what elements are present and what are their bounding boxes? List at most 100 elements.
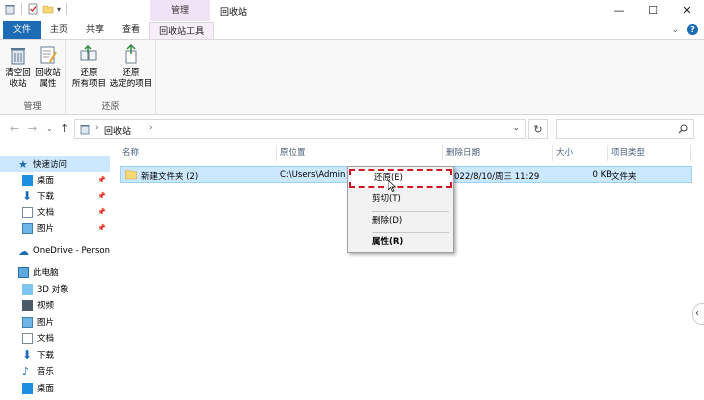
bin-props-label-line1: 回收站 — [35, 68, 61, 78]
pictures-icon — [22, 316, 33, 328]
nav-item-downloads[interactable]: ⬇ 下载 📌 — [0, 188, 110, 204]
desktop-icon — [22, 174, 33, 186]
recycle-bin-icon — [5, 5, 15, 15]
column-header-item-type[interactable]: 项目类型 — [611, 147, 645, 165]
address-row: ← → ⌄ ↑ › 回收站 › ⌄ ↻ — [0, 117, 704, 141]
column-header-size[interactable]: 大小 — [556, 147, 573, 165]
tab-home[interactable]: 主页 — [41, 21, 77, 39]
tab-share[interactable]: 共享 — [77, 21, 113, 39]
tab-view[interactable]: 查看 — [113, 21, 149, 39]
recycle-bin-properties-button[interactable]: 回收站 属性 — [33, 44, 63, 90]
tab-file[interactable]: 文件 — [3, 21, 42, 39]
nav-item-pictures[interactable]: 图片 📌 — [0, 220, 110, 236]
pin-icon[interactable]: 📌 — [97, 192, 106, 200]
nav-item-desktop[interactable]: 桌面 📌 — [0, 172, 110, 188]
tab-recycle-bin-tools[interactable]: 回收站工具 — [149, 22, 215, 40]
pin-icon[interactable]: 📌 — [97, 176, 106, 184]
column-divider[interactable] — [276, 145, 277, 161]
help-icon[interactable]: ? — [687, 24, 698, 35]
address-bar[interactable]: › 回收站 › ⌄ — [74, 119, 526, 139]
restore-selected-button[interactable]: 还原 选定的项目 — [108, 44, 154, 90]
menu-item-restore[interactable]: 还原(E) — [349, 169, 452, 188]
menu-item-delete[interactable]: 删除(D) — [349, 212, 452, 231]
new-folder-icon[interactable] — [42, 3, 54, 15]
nav-item-pc-documents[interactable]: 文档 — [0, 330, 110, 346]
nav-item-music[interactable]: ♪ 音乐 — [0, 363, 110, 379]
minimize-button[interactable]: — — [602, 0, 636, 21]
bin-props-label-line2: 属性 — [39, 79, 57, 89]
menu-item-cut[interactable]: 剪切(T) — [349, 190, 452, 209]
restore-all-label-line1: 还原 — [80, 68, 98, 78]
restore-all-button[interactable]: 还原 所有项目 — [69, 44, 109, 90]
pictures-icon — [22, 222, 33, 234]
nav-item-documents[interactable]: 文档 📌 — [0, 204, 110, 220]
ribbon-group-manage: 清空回 收站 回收站 属性 管理 — [0, 40, 66, 115]
properties-icon[interactable] — [27, 3, 39, 15]
empty-recycle-bin-button[interactable]: 清空回 收站 — [4, 44, 32, 90]
column-header-name[interactable]: 名称 — [122, 147, 139, 165]
breadcrumb-separator-end[interactable]: › — [149, 123, 153, 133]
context-tab-header: 管理 — [150, 0, 210, 21]
cube-icon — [22, 283, 33, 295]
chevron-left-icon[interactable]: ‹ — [692, 303, 704, 325]
maximize-button[interactable]: ☐ — [636, 0, 670, 21]
restore-selected-icon — [125, 44, 137, 64]
back-arrow-icon[interactable]: ← — [10, 122, 19, 135]
nav-item-3d-objects[interactable]: 3D 对象 — [0, 281, 110, 297]
refresh-button[interactable]: ↻ — [528, 119, 548, 139]
music-note-icon: ♪ — [22, 364, 30, 378]
quick-access-toolbar: ▾ — [4, 3, 69, 15]
ribbon-tabs: 文件 主页 共享 查看 回收站工具 ⌄ ? — [0, 21, 704, 40]
up-arrow-icon[interactable]: ↑ — [60, 122, 69, 135]
column-divider[interactable] — [552, 145, 553, 161]
nav-item-videos[interactable]: 视频 — [0, 297, 110, 313]
nav-item-onedrive[interactable]: ☁ OneDrive - Persona — [0, 243, 110, 259]
chevron-down-icon[interactable]: ⌄ — [671, 25, 679, 35]
search-icon — [678, 124, 688, 134]
computer-icon — [18, 266, 29, 278]
nav-item-pc-desktop[interactable]: 桌面 — [0, 380, 110, 396]
search-input[interactable] — [556, 119, 694, 139]
group-label-restore: 还原 — [101, 102, 120, 112]
column-header-original-location[interactable]: 原位置 — [280, 147, 306, 165]
window-controls: — ☐ ✕ — [602, 0, 704, 21]
context-menu: 还原(E) 剪切(T) 删除(D) 属性(R) — [347, 166, 454, 253]
column-divider[interactable] — [690, 145, 691, 161]
nav-item-pc-pictures[interactable]: 图片 — [0, 314, 110, 330]
document-icon — [22, 332, 33, 344]
column-divider[interactable] — [607, 145, 608, 161]
close-button[interactable]: ✕ — [670, 0, 704, 21]
desktop-icon — [22, 382, 33, 394]
ribbon: 清空回 收站 回收站 属性 管理 还原 所有项目 还原 选定的项目 还原 — [0, 39, 704, 115]
video-icon — [22, 299, 33, 311]
qat-dropdown-icon[interactable]: ▾ — [57, 5, 61, 14]
breadcrumb[interactable]: 回收站 — [104, 124, 131, 137]
column-divider[interactable] — [442, 145, 443, 161]
restore-sel-label-line2: 选定的项目 — [109, 79, 153, 89]
recent-dropdown-icon[interactable]: ⌄ — [46, 124, 53, 133]
document-icon — [22, 206, 33, 218]
pin-icon[interactable]: 📌 — [97, 208, 106, 216]
restore-all-label-line2: 所有项目 — [71, 79, 106, 89]
restore-all-icon — [80, 44, 97, 61]
forward-arrow-icon[interactable]: → — [28, 122, 37, 135]
window-title: 回收站 — [220, 8, 248, 18]
download-arrow-icon: ⬇ — [22, 188, 33, 203]
nav-item-pc-downloads[interactable]: ⬇ 下载 — [0, 347, 110, 363]
group-label-manage: 管理 — [23, 102, 42, 112]
cell-date-deleted: 022/8/10/周三 11:29 — [454, 172, 540, 182]
pin-icon[interactable]: 📌 — [97, 224, 106, 232]
cell-size: 0 KB — [592, 170, 612, 180]
nav-item-quick-access[interactable]: ★ 快速访问 — [0, 156, 110, 172]
cell-original-location: C:\Users\Admini — [280, 170, 346, 180]
address-dropdown-icon[interactable]: ⌄ — [512, 123, 520, 133]
star-icon: ★ — [18, 157, 28, 171]
menu-item-properties[interactable]: 属性(R) — [349, 233, 452, 252]
column-header-date-deleted[interactable]: 删除日期 — [446, 147, 480, 165]
properties-icon — [40, 46, 57, 64]
empty-bin-label-line1: 清空回 — [5, 68, 31, 78]
breadcrumb-separator[interactable]: › — [95, 123, 99, 133]
nav-item-this-pc[interactable]: 此电脑 — [0, 264, 110, 280]
refresh-icon: ↻ — [533, 123, 543, 136]
cell-item-type: 文件夹 — [611, 172, 637, 182]
